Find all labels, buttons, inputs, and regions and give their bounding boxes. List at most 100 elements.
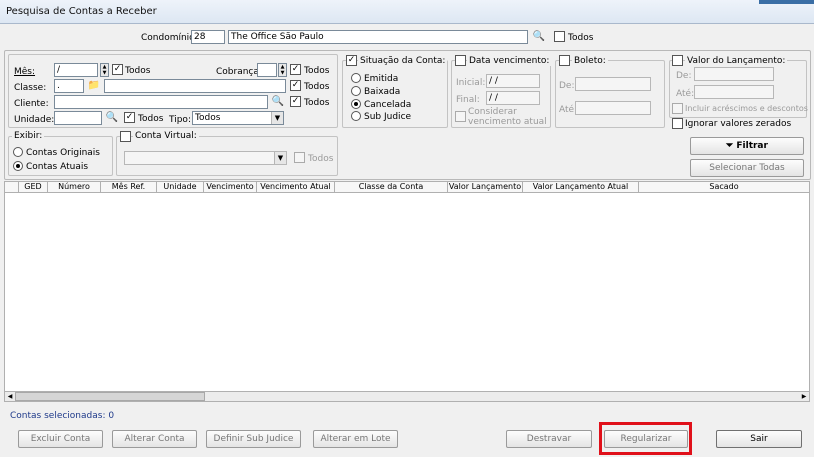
tipo-label: Tipo: [169,115,191,125]
classe-todos-label: Todos [304,82,330,92]
conta-virtual-title: Conta Virtual: [133,131,199,141]
folder-icon: 📁 [87,80,101,91]
exibir-radio-atuais[interactable] [13,161,23,171]
incluir-acrescimos-checkbox[interactable] [672,103,683,114]
boleto-title: Boleto: [572,56,608,66]
unidade-todos-checkbox[interactable]: ✓ [124,112,135,123]
boleto-box [555,60,665,128]
binoculars-icon: 🔍 [105,112,119,123]
filtrar-button[interactable]: ⏷ Filtrar [690,137,804,155]
condominio-name-input[interactable]: The Office São Paulo [228,30,528,44]
cliente-todos-label: Todos [304,98,330,108]
boleto-checkbox[interactable] [559,55,570,66]
conta-virtual-select[interactable]: ▼ [124,151,287,165]
regularizar-highlight-box [599,422,692,455]
col-valor-lancamento-atual[interactable]: Valor Lançamento Atual [523,182,639,192]
cliente-label: Cliente: [14,99,49,109]
funnel-icon: ⏷ [726,141,734,151]
cobranca-input[interactable] [257,63,277,77]
cliente-todos-checkbox[interactable]: ✓ [290,96,301,107]
cobranca-todos-checkbox[interactable]: ✓ [290,64,301,75]
unidade-search-button[interactable]: 🔍 [104,111,120,125]
classe-todos-checkbox[interactable]: ✓ [290,80,301,91]
classe-folder-button[interactable]: 📁 [86,79,102,93]
alterar-conta-button[interactable]: Alterar Conta [112,430,197,448]
scroll-right-icon[interactable]: ▶ [799,392,809,401]
mes-spinner[interactable]: ▲ ▼ [100,63,109,77]
situacao-label-emitida: Emitida [364,74,399,84]
mes-todos-checkbox[interactable]: ✓ [112,64,123,75]
condominio-todos-checkbox[interactable] [554,31,565,42]
situacao-radio-sub-judice[interactable] [351,111,361,121]
window-controls-strip [759,0,814,4]
col-vencimento[interactable]: Vencimento [204,182,257,192]
situacao-title: Situação da Conta: [358,56,448,66]
col-vencimento-atual[interactable]: Vencimento Atual [257,182,335,192]
situacao-radio-baixada[interactable] [351,86,361,96]
cliente-search-button[interactable]: 🔍 [270,95,286,109]
data-vencimento-checkbox[interactable] [455,55,466,66]
col-numero[interactable]: Número [48,182,101,192]
valor-de-input[interactable] [694,67,774,81]
exibir-label-originais: Contas Originais [26,148,100,158]
definir-sub-judice-button[interactable]: Definir Sub Judice [206,430,301,448]
situacao-label-sub-judice: Sub Judice [364,112,412,122]
unidade-input[interactable] [54,111,102,125]
excluir-conta-button[interactable]: Excluir Conta [18,430,103,448]
cobranca-label: Cobrança: [216,67,262,77]
col-ged[interactable]: GED [19,182,48,192]
col-valor-lancamento[interactable]: Valor Lançamento [448,182,523,192]
grid-row-indicator-header [5,182,19,192]
cobranca-spinner[interactable]: ▲ ▼ [278,63,287,77]
considerar-label-line2: vencimento atual [468,117,547,127]
condominio-label: Condomínio: [141,33,198,43]
classe-description-input[interactable] [104,79,286,93]
condominio-code-input[interactable]: 28 [191,30,225,44]
situacao-radio-emitida[interactable] [351,73,361,83]
tipo-select[interactable]: Todos ▼ [192,111,284,125]
sair-button[interactable]: Sair [716,430,802,448]
situacao-radio-cancelada[interactable] [351,99,361,109]
mes-todos-label: Todos [125,66,151,76]
col-unidade[interactable]: Unidade [157,182,204,192]
title-bar: Pesquisa de Contas a Receber [0,0,814,24]
situacao-label-baixada: Baixada [364,87,401,97]
exibir-radio-originais[interactable] [13,147,23,157]
cliente-input[interactable] [54,95,268,109]
destravar-button[interactable]: Destravar [506,430,592,448]
scroll-thumb[interactable] [15,392,205,401]
boleto-de-label: De: [559,81,575,91]
col-mes-ref[interactable]: Mês Ref. [101,182,157,192]
scroll-left-icon[interactable]: ◀ [5,392,15,401]
col-sacado[interactable]: Sacado [639,182,809,192]
condominio-search-button[interactable]: 🔍 [531,30,547,44]
inicial-date-input[interactable]: / / [486,74,540,88]
situacao-label-cancelada: Cancelada [364,100,412,110]
valor-title: Valor do Lançamento: [685,56,788,66]
situacao-checkbox[interactable]: ✓ [346,55,357,66]
classe-label: Classe: [14,83,47,93]
horizontal-scrollbar[interactable]: ◀ ▶ [4,391,810,402]
boleto-ate-input[interactable] [575,101,651,115]
status-text: Contas selecionadas: 0 [10,411,115,421]
considerar-vencimento-checkbox[interactable] [455,111,466,122]
final-date-input[interactable]: / / [486,91,540,105]
valor-de-label: De: [676,71,692,81]
condominio-todos-label: Todos [568,33,594,43]
valor-checkbox[interactable] [672,55,683,66]
conta-virtual-checkbox[interactable] [120,131,131,142]
col-classe-conta[interactable]: Classe da Conta [335,182,448,192]
boleto-de-input[interactable] [575,77,651,91]
considerar-label-line1: Considerar [468,107,517,117]
selecionar-todas-button[interactable]: Selecionar Todas [690,159,804,177]
binoculars-icon: 🔍 [532,31,546,42]
chevron-down-icon: ▼ [274,152,286,164]
valor-ate-input[interactable] [694,85,774,99]
conta-virtual-todos-checkbox[interactable] [294,152,305,163]
inicial-label: Inicial: [456,78,486,88]
ignorar-zerados-checkbox[interactable] [672,118,683,129]
mes-input[interactable]: / [54,63,98,77]
grid-body[interactable] [4,193,810,391]
classe-input[interactable]: . [54,79,84,93]
alterar-em-lote-button[interactable]: Alterar em Lote [313,430,398,448]
